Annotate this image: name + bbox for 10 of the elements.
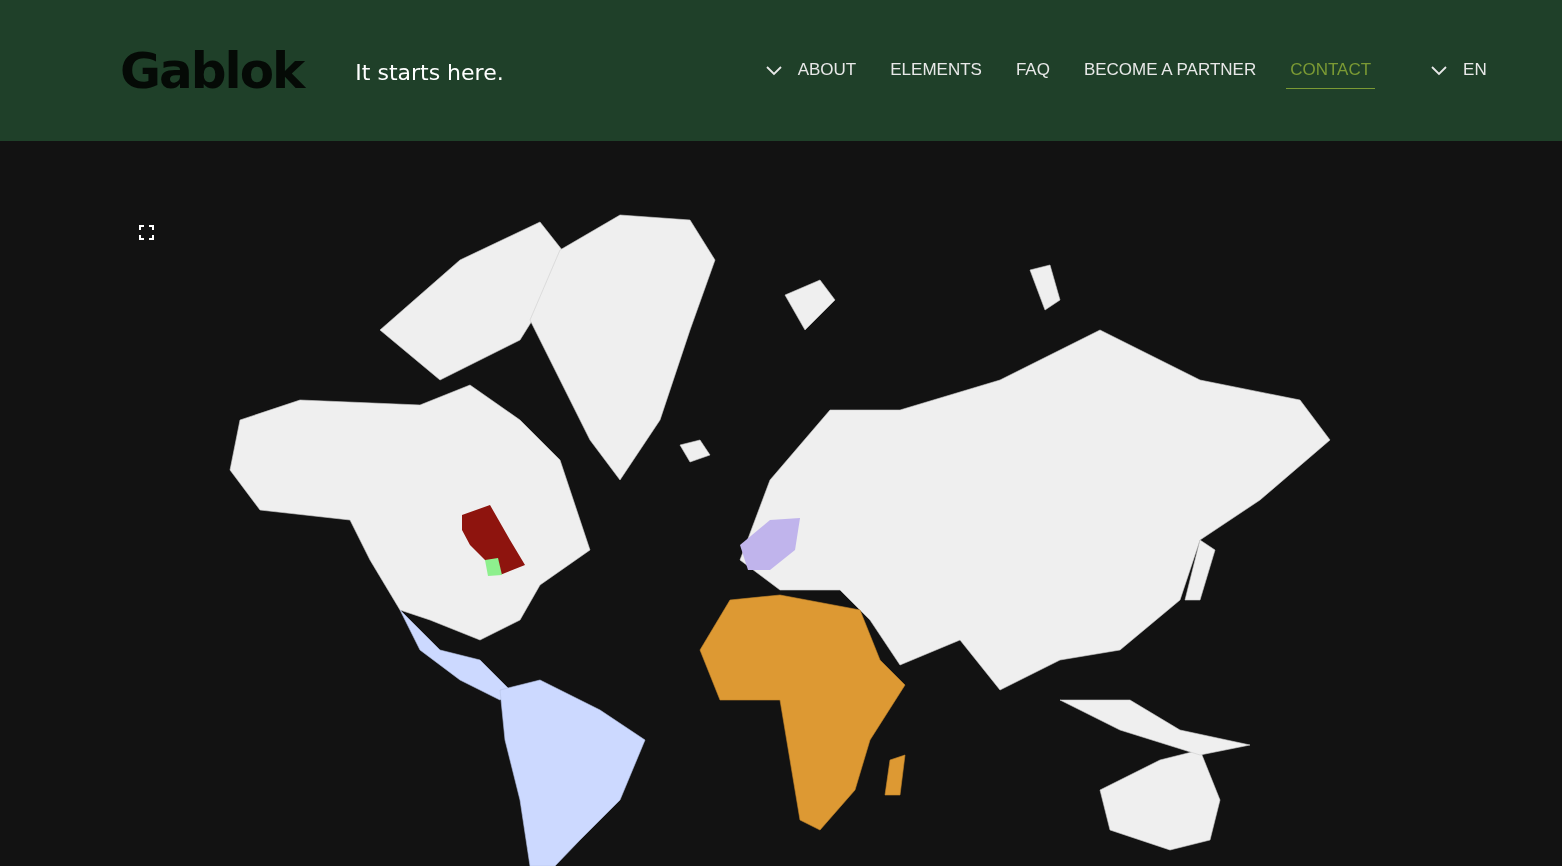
nav-link[interactable]: ELEMENTS [886,52,986,89]
nav-link[interactable]: ABOUT [793,52,861,89]
nav-link[interactable]: FAQ [1011,52,1054,89]
chevron-down-icon [1431,65,1448,76]
nav-link[interactable]: BECOME A PARTNER [1079,52,1261,89]
nav-link[interactable]: CONTACT [1286,52,1376,89]
fullscreen-icon[interactable] [139,225,154,240]
tagline: It starts here. [355,59,504,85]
chevron-down-icon [765,65,782,76]
language-selector[interactable]: EN [1459,52,1491,89]
